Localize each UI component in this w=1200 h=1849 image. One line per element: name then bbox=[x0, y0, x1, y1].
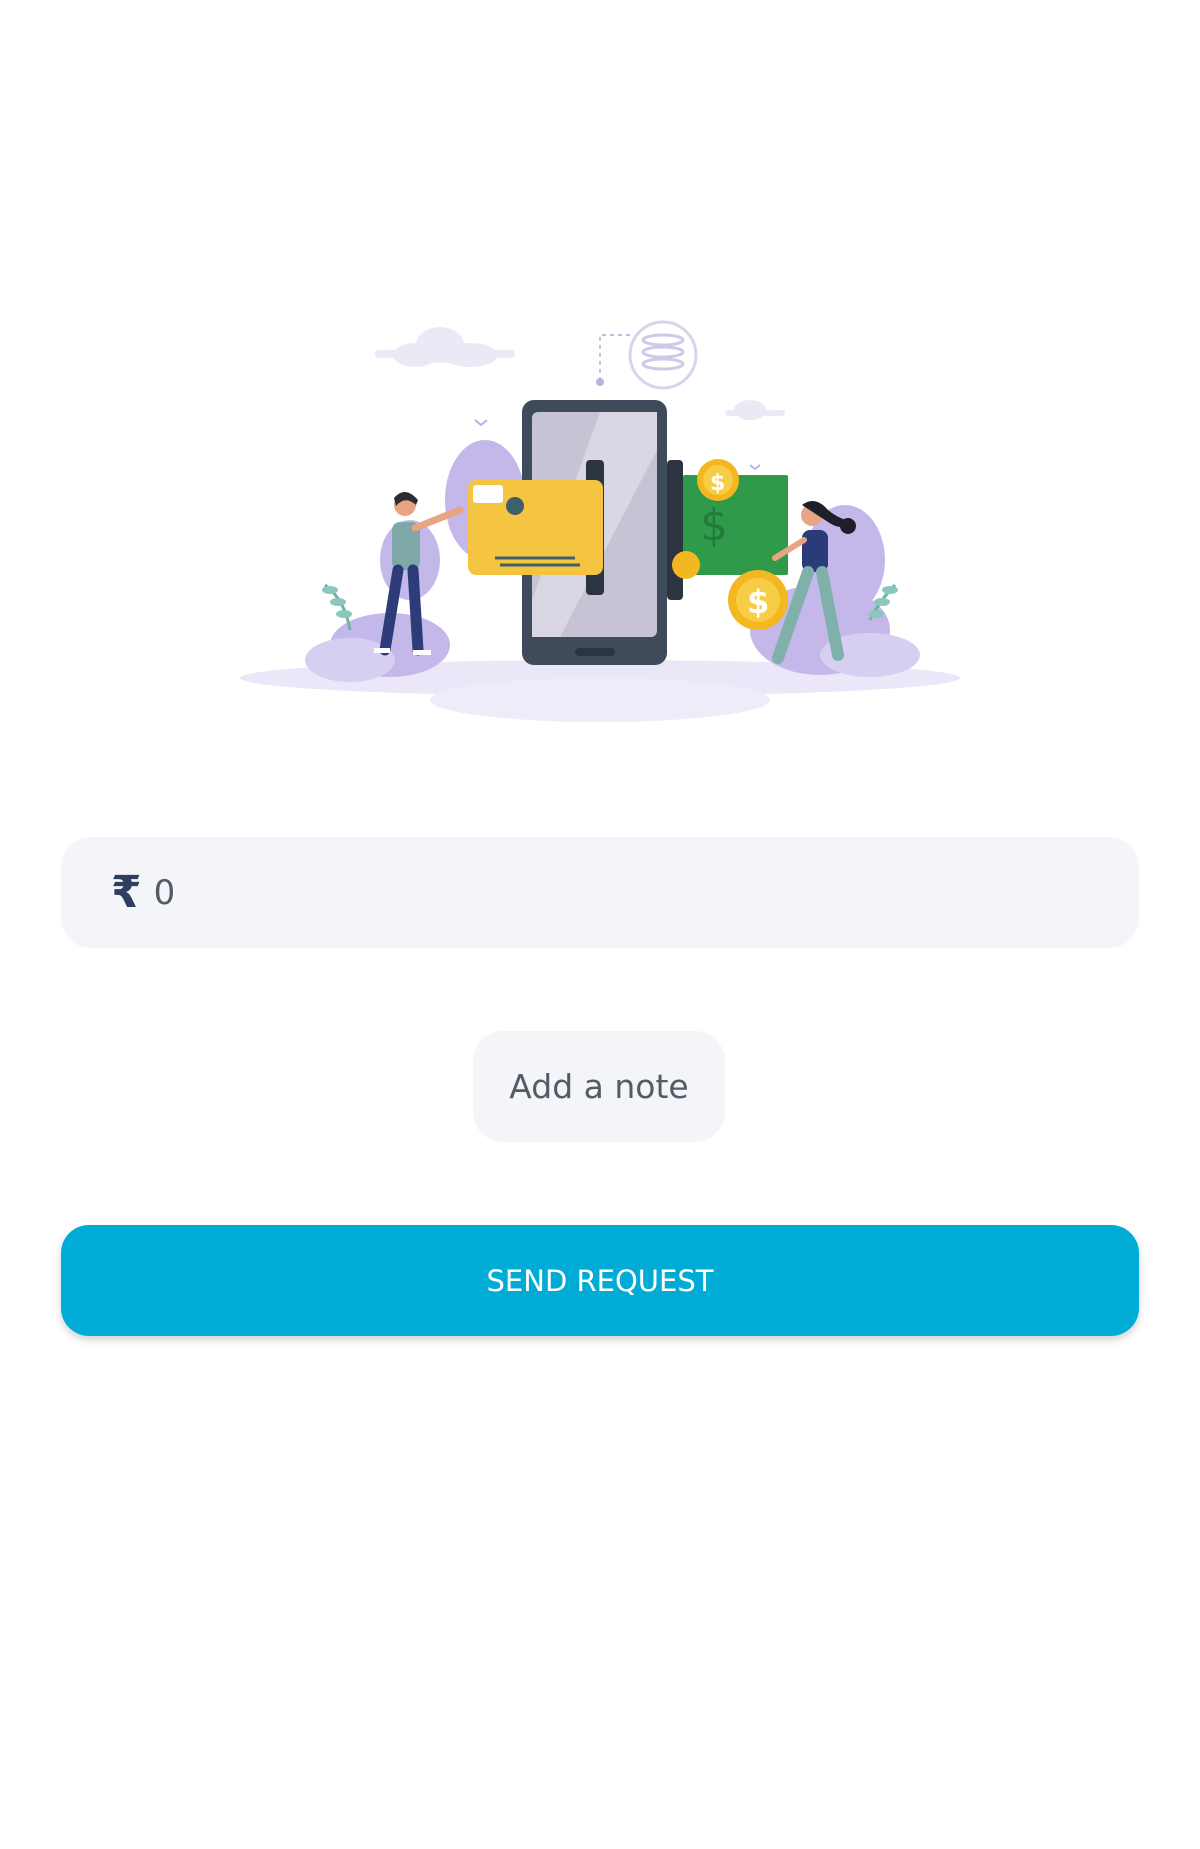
svg-text:$: $ bbox=[700, 500, 728, 551]
send-request-button[interactable]: SEND REQUEST bbox=[61, 1225, 1139, 1336]
add-note-button[interactable]: Add a note bbox=[473, 1031, 725, 1142]
svg-text:$: $ bbox=[747, 583, 769, 621]
amount-field[interactable]: ₹ 0 bbox=[61, 837, 1139, 948]
svg-text:$: $ bbox=[710, 471, 725, 496]
rupee-icon: ₹ bbox=[111, 866, 142, 918]
payment-illustration: $ $ $ bbox=[230, 300, 970, 740]
amount-input[interactable]: 0 bbox=[154, 876, 176, 910]
